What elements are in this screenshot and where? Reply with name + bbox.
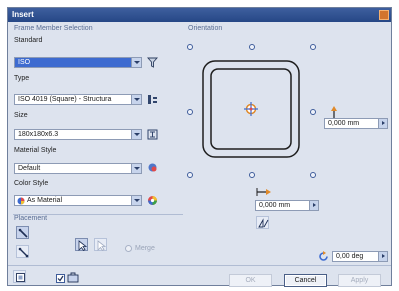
chevron-down-icon[interactable] bbox=[131, 196, 141, 205]
frame-member-selection-heading: Frame Member Selection bbox=[14, 25, 93, 32]
color-style-combo[interactable]: As Material bbox=[14, 195, 142, 206]
material-style-label: Material Style bbox=[14, 147, 57, 154]
orientation-panel: 0,000 mm 0,000 mm 0,00 deg bbox=[184, 35, 391, 267]
merge-label: Merge bbox=[135, 245, 155, 252]
standard-value: ISO bbox=[18, 59, 31, 66]
horizontal-offset-value: 0,000 mm bbox=[259, 202, 291, 209]
edge-placement-button[interactable] bbox=[16, 226, 29, 239]
select-arrow-icon bbox=[97, 240, 106, 251]
size-dimension-icon[interactable] bbox=[147, 129, 158, 140]
anchor-top-center[interactable] bbox=[249, 44, 255, 50]
size-combo[interactable]: 180x180x6.3 bbox=[14, 129, 142, 140]
horizontal-offset-input[interactable]: 0,000 mm bbox=[255, 200, 319, 211]
material-style-value: Default bbox=[18, 165, 41, 172]
apply-button[interactable]: Apply bbox=[338, 274, 381, 287]
mirror-button[interactable] bbox=[256, 216, 269, 229]
close-button[interactable] bbox=[379, 10, 389, 20]
select-arrow-icon bbox=[78, 240, 87, 251]
help-icon bbox=[16, 273, 25, 282]
help-button[interactable] bbox=[13, 270, 26, 283]
rotate-icon bbox=[319, 251, 328, 261]
size-label: Size bbox=[14, 112, 28, 119]
merge-checkbox[interactable] bbox=[125, 245, 132, 252]
chevron-right-icon[interactable] bbox=[309, 201, 318, 210]
title-bar[interactable]: Insert bbox=[8, 8, 391, 22]
color-swatch-icon bbox=[17, 197, 25, 205]
options-icon[interactable] bbox=[67, 272, 79, 283]
color-wheel-icon[interactable] bbox=[147, 195, 158, 206]
anchor-top-left[interactable] bbox=[187, 44, 193, 50]
standard-label: Standard bbox=[14, 37, 43, 44]
dialog-title: Insert bbox=[12, 10, 34, 19]
size-value: 180x180x6.3 bbox=[18, 131, 59, 138]
select-button[interactable] bbox=[75, 238, 88, 251]
profile-type-icon[interactable] bbox=[147, 94, 158, 105]
anchor-bottom-left[interactable] bbox=[187, 172, 193, 178]
center-anchor-icon[interactable] bbox=[244, 102, 258, 116]
footer-divider bbox=[8, 265, 391, 266]
color-style-value: As Material bbox=[27, 197, 63, 204]
color-style-label: Color Style bbox=[14, 180, 49, 187]
select-second-button[interactable] bbox=[94, 238, 107, 251]
chevron-down-icon[interactable] bbox=[131, 58, 141, 67]
mirror-profile-icon bbox=[258, 218, 269, 228]
horizontal-offset-arrow-icon bbox=[256, 188, 271, 196]
checkbox-icon[interactable] bbox=[56, 274, 65, 283]
cancel-button[interactable]: Cancel bbox=[284, 274, 327, 287]
vertical-offset-input[interactable]: 0,000 mm bbox=[324, 118, 388, 129]
rotation-input[interactable]: 0,00 deg bbox=[332, 251, 388, 262]
point-placement-button[interactable] bbox=[16, 245, 29, 258]
chevron-down-icon[interactable] bbox=[131, 164, 141, 173]
type-value: ISO 4019 (Square) - Structura bbox=[18, 96, 112, 103]
type-combo[interactable]: ISO 4019 (Square) - Structura bbox=[14, 94, 142, 105]
vertical-offset-value: 0,000 mm bbox=[328, 120, 360, 127]
standard-combo[interactable]: ISO bbox=[14, 57, 142, 68]
chevron-right-icon[interactable] bbox=[378, 119, 387, 128]
chevron-right-icon[interactable] bbox=[378, 252, 387, 261]
chevron-down-icon[interactable] bbox=[131, 95, 141, 104]
filter-icon[interactable] bbox=[147, 57, 158, 68]
chevron-down-icon[interactable] bbox=[131, 130, 141, 139]
ok-button[interactable]: OK bbox=[229, 274, 272, 287]
point-placement-icon bbox=[18, 247, 29, 258]
insert-dialog: Insert Frame Member Selection Standard I… bbox=[7, 7, 392, 287]
anchor-bottom-center[interactable] bbox=[249, 172, 255, 178]
anchor-top-right[interactable] bbox=[310, 44, 316, 50]
placement-heading: Placement bbox=[14, 215, 48, 222]
type-label: Type bbox=[14, 75, 30, 82]
edge-placement-icon bbox=[18, 228, 28, 238]
rotation-value: 0,00 deg bbox=[336, 253, 364, 260]
orientation-heading: Orientation bbox=[188, 25, 223, 32]
anchor-middle-left[interactable] bbox=[187, 109, 193, 115]
anchor-middle-right[interactable] bbox=[310, 109, 316, 115]
material-style-combo[interactable]: Default bbox=[14, 163, 142, 174]
anchor-bottom-right[interactable] bbox=[310, 172, 316, 178]
material-icon[interactable] bbox=[147, 162, 158, 173]
